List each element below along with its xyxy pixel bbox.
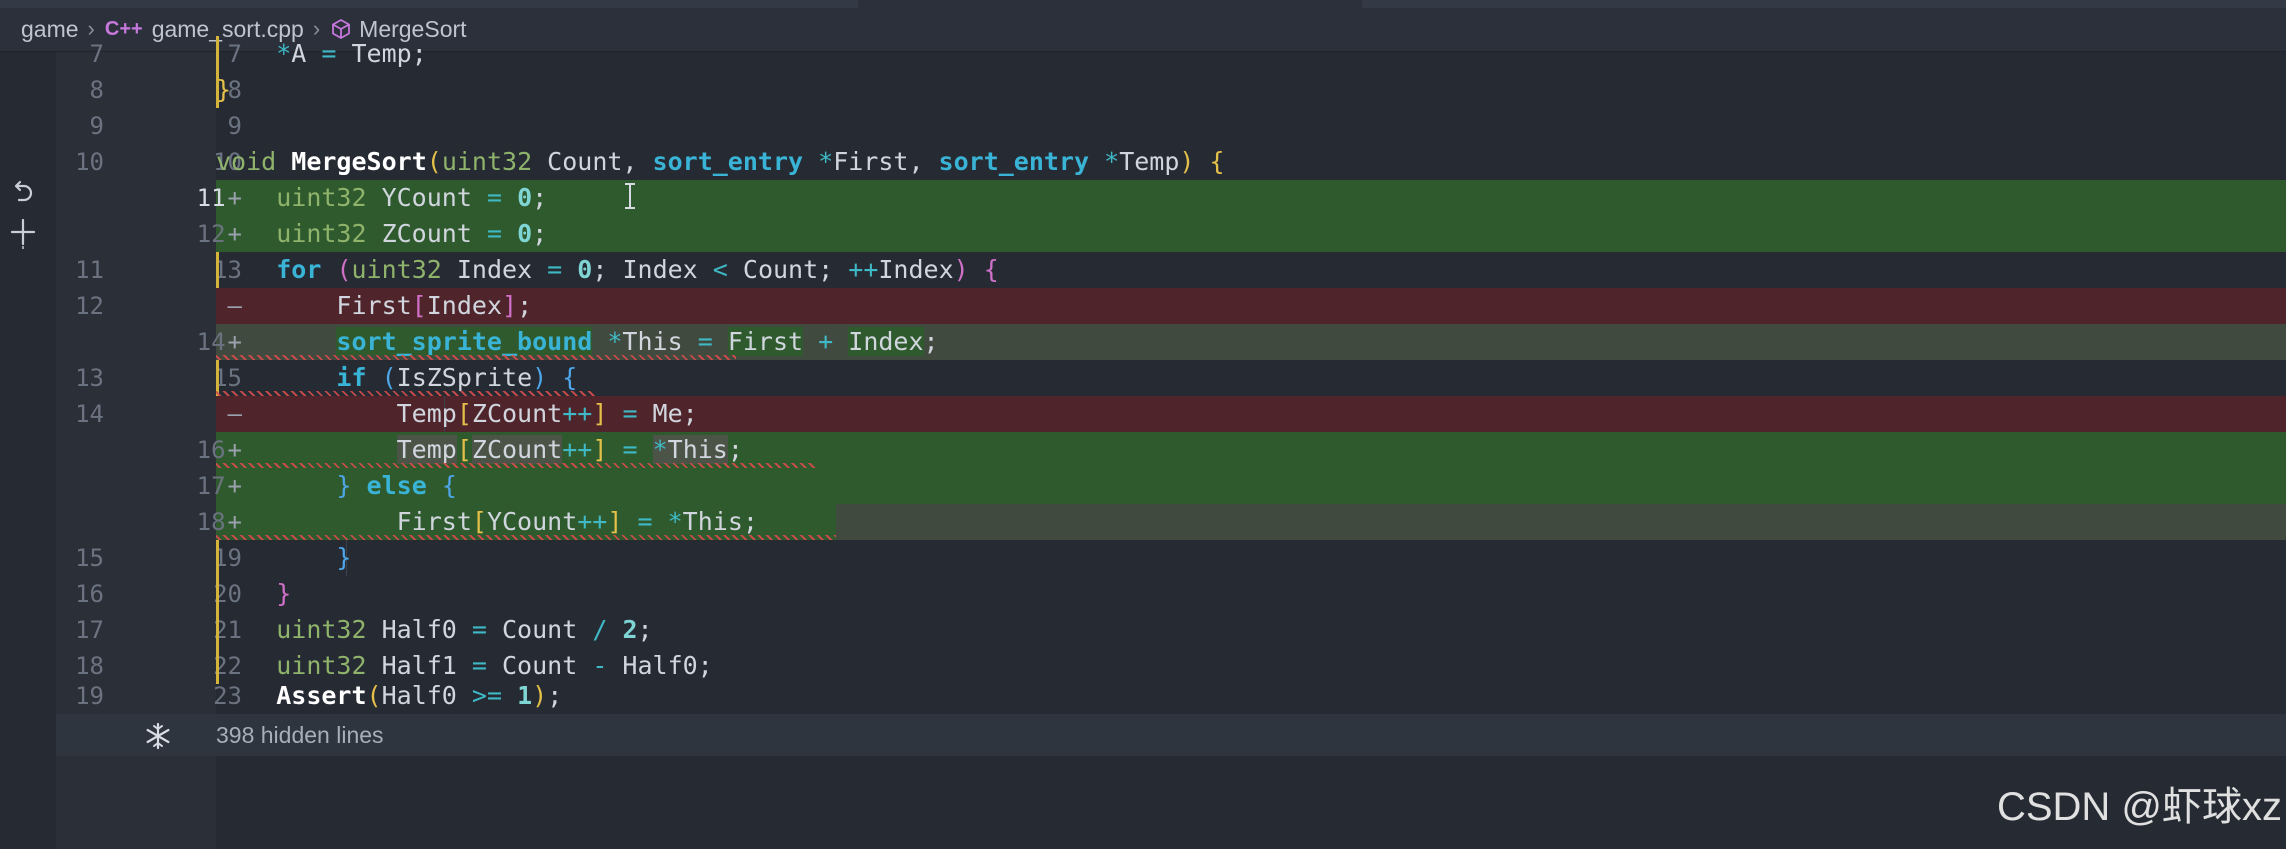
old-line-number: 13 — [75, 364, 104, 392]
old-line-number: 17 — [75, 616, 104, 644]
tab-strip-segment — [1362, 0, 2286, 8]
code-text: } else { — [336, 471, 457, 500]
old-line-number: 16 — [75, 580, 104, 608]
code-text: Temp[ZCount++] = Me; — [216, 399, 698, 428]
code-text: Assert(Half0 >= 1); — [276, 681, 563, 710]
code-text: uint32 Half0 = Count / 2; — [276, 615, 653, 644]
code-line[interactable]: 9 9 — [56, 108, 2286, 144]
old-line-number — [56, 504, 104, 540]
code-line[interactable]: 13 15 if (IsZSprite) { — [56, 360, 2286, 396]
code-text: void MergeSort(uint32 Count, sort_entry … — [216, 147, 1225, 176]
tab-strip-segment — [0, 0, 858, 8]
diff-editor-window: game › C++ game_sort.cpp › MergeSort 7 7… — [0, 0, 2286, 849]
code-text: } — [216, 75, 232, 104]
old-line-number — [56, 216, 104, 252]
old-line-number: 19 — [75, 682, 104, 710]
code-line[interactable]: 16 20 } — [56, 576, 2286, 612]
code-text: *A = Temp; — [276, 39, 427, 68]
code-line-added[interactable]: 18+ First[YCount++] = *This; — [56, 504, 2286, 540]
old-line-number — [56, 324, 104, 360]
code-line[interactable]: 17 21 uint32 Half0 = Count / 2; — [56, 612, 2286, 648]
code-text: uint32 YCount = 0; — [276, 183, 548, 212]
unfold-icon[interactable] — [144, 722, 172, 750]
code-text: uint32 ZCount = 0; — [276, 219, 548, 248]
new-line-number: 9 — [227, 112, 242, 140]
old-line-number: 9 — [89, 112, 104, 140]
old-line-number: 11 — [75, 256, 104, 284]
old-line-number — [56, 468, 104, 504]
code-line-added[interactable]: 16+ Temp[ZCount++] = *This; — [56, 432, 2286, 468]
code-line-added[interactable]: 11+ uint32 YCount = 0; — [56, 180, 2286, 216]
watermark: CSDN @虾球xz — [1996, 785, 2282, 829]
code-line[interactable]: 10 10 void MergeSort(uint32 Count, sort_… — [56, 144, 2286, 180]
code-line-removed[interactable]: 14 — Temp[ZCount++] = Me; — [56, 396, 2286, 432]
old-line-number: 12 — [75, 292, 104, 320]
code-line-added[interactable]: 14+ sort_sprite_bound *This = First + In… — [56, 324, 2286, 360]
code-line[interactable]: 8 8 } — [56, 72, 2286, 108]
old-line-number — [56, 432, 104, 468]
old-line-number: 8 — [89, 76, 104, 104]
code-line[interactable]: 19 23 Assert(Half0 >= 1); — [56, 678, 2286, 714]
code-line-added[interactable]: 12+ uint32 ZCount = 0; — [56, 216, 2286, 252]
hidden-lines-label[interactable]: 398 hidden lines — [216, 714, 384, 756]
code-line-removed[interactable]: 12 — First[Index]; — [56, 288, 2286, 324]
old-line-number — [56, 180, 104, 216]
text-cursor-icon — [625, 183, 635, 209]
code-line[interactable]: 15 19 } — [56, 540, 2286, 576]
code-line-added[interactable]: 17+ } else { — [56, 468, 2286, 504]
code-text: } — [276, 579, 292, 608]
old-line-number: 15 — [75, 544, 104, 572]
revert-icon[interactable] — [10, 180, 36, 210]
code-text: for (uint32 Index = 0; Index < Count; ++… — [276, 255, 999, 284]
old-line-number: 7 — [89, 40, 104, 68]
code-text: } — [336, 543, 352, 572]
hidden-lines-fold[interactable]: 398 hidden lines — [56, 714, 2286, 756]
old-line-number: 10 — [75, 148, 104, 176]
diff-actions-column — [0, 52, 56, 849]
old-line-number: 14 — [75, 400, 104, 428]
stage-line-plus-icon[interactable] — [8, 216, 38, 250]
code-line[interactable]: 7 7 *A = Temp; — [56, 36, 2286, 72]
code-text: First[Index]; — [216, 291, 533, 320]
code-line[interactable]: 11 13 for (uint32 Index = 0; Index < Cou… — [56, 252, 2286, 288]
